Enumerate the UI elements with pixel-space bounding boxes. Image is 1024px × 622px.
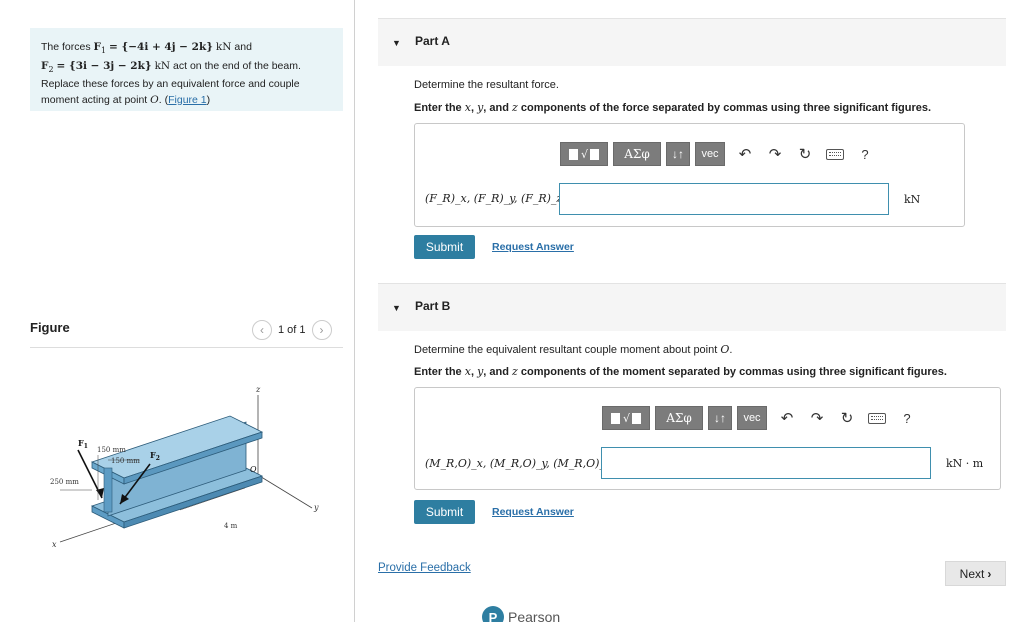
part-a-title: Part A xyxy=(415,34,450,48)
undo-icon[interactable]: ↶ xyxy=(772,406,802,430)
subscript-superscript-button[interactable]: ↓↑ xyxy=(708,406,732,430)
figure-link[interactable]: Figure 1 xyxy=(168,94,207,106)
pearson-p-icon: P xyxy=(482,606,504,622)
next-button[interactable]: Next › xyxy=(945,561,1006,586)
problem-intro: The forces xyxy=(41,41,94,53)
y-axis xyxy=(257,474,313,509)
part-b-instruction: Enter the x, y, and z components of the … xyxy=(414,365,947,378)
label-dim-150-b: 150 mm xyxy=(111,457,140,465)
figure-title: Figure xyxy=(30,320,70,335)
left-panel: The forces F1 = {−4i + 4j − 2k} kN and F… xyxy=(0,0,355,622)
chevron-right-icon[interactable]: › xyxy=(311,320,332,340)
problem-line3: Replace these forces by an equivalent fo… xyxy=(41,78,300,91)
label-y: y xyxy=(313,503,319,512)
part-b-unit: kN · m xyxy=(946,457,984,470)
pearson-brand-text: Pearson xyxy=(508,609,561,622)
problem-line2-tail: act on the end of the beam. xyxy=(170,59,301,72)
force-f1-unit: kN xyxy=(215,41,232,53)
part-a-toolbar: √ ΑΣφ ↓↑ vec ↶ ↷ ↻ ? xyxy=(560,141,880,167)
part-b-toolbar: √ ΑΣφ ↓↑ vec ↶ ↷ ↻ ? xyxy=(602,405,922,431)
next-label: Next xyxy=(959,566,985,581)
label-f1: F1 xyxy=(78,438,88,450)
part-a-instruction: Enter the x, y, and z components of the … xyxy=(414,101,932,114)
force-f1-expression: = {−4i + 4j − 2k} xyxy=(109,41,213,53)
label-z: z xyxy=(255,385,261,394)
pearson-logo: P Pearson xyxy=(482,606,560,622)
chevron-right-icon: › xyxy=(987,566,992,581)
part-b-request-answer-link[interactable]: Request Answer xyxy=(492,506,574,518)
part-b-question: Determine the equivalent resultant coupl… xyxy=(414,343,733,356)
reset-icon[interactable]: ↻ xyxy=(790,142,820,166)
redo-icon[interactable]: ↷ xyxy=(760,142,790,166)
label-length: 4 m xyxy=(224,522,238,530)
part-b-submit-button[interactable]: Submit xyxy=(414,500,475,524)
part-b-title: Part B xyxy=(415,299,451,313)
beam-end-web xyxy=(103,467,113,513)
part-b-header[interactable]: ▼ Part B xyxy=(378,283,1006,331)
pager-text: 1 of 1 xyxy=(278,324,306,336)
help-icon[interactable]: ? xyxy=(850,142,880,166)
part-a-unit: kN xyxy=(904,193,921,206)
force-f2-expression: = {3i − 3j − 2k} xyxy=(56,59,152,72)
templates-button[interactable]: √ xyxy=(602,406,650,430)
templates-button[interactable]: √ xyxy=(560,142,608,166)
force-f2-unit: kN xyxy=(154,59,171,72)
part-a-request-answer-link[interactable]: Request Answer xyxy=(492,241,574,253)
part-a-answer-input[interactable] xyxy=(559,183,889,215)
and-text: and xyxy=(231,41,252,53)
part-a-answer-label: (F_R)_x, (F_R)_y, (F_R)_z = xyxy=(425,192,575,205)
collapse-triangle-icon[interactable]: ▼ xyxy=(392,303,401,313)
problem-line4-pre: moment acting at point xyxy=(41,93,151,106)
part-b-answer-label: (M_R,O)_x, (M_R,O)_y, (M_R,O)_z = xyxy=(425,457,624,470)
part-a-answer-box: √ ΑΣφ ↓↑ vec ↶ ↷ ↻ ? (F_R)_x, (F_R)_y, (… xyxy=(414,123,965,227)
collapse-triangle-icon[interactable]: ▼ xyxy=(392,38,401,48)
close-paren: ) xyxy=(206,93,211,106)
figure-pager: ‹ 1 of 1 › xyxy=(252,320,332,340)
label-o: O xyxy=(250,465,257,474)
help-icon[interactable]: ? xyxy=(892,406,922,430)
greek-symbols-button[interactable]: ΑΣφ xyxy=(613,142,661,166)
force-f2-subscript: 2 xyxy=(48,64,54,74)
figure-divider xyxy=(30,347,343,348)
greek-symbols-button[interactable]: ΑΣφ xyxy=(655,406,703,430)
beam-figure: F1 F2 150 mm 150 mm 250 mm 4 m z x y O xyxy=(50,385,319,549)
part-a-submit-button[interactable]: Submit xyxy=(414,235,475,259)
keyboard-icon[interactable] xyxy=(820,142,850,166)
redo-icon[interactable]: ↷ xyxy=(802,406,832,430)
problem-statement: The forces F1 = {−4i + 4j − 2k} kN and F… xyxy=(30,28,343,111)
vector-button[interactable]: vec xyxy=(695,142,725,166)
point-o: O xyxy=(150,93,159,106)
label-x: x xyxy=(52,540,57,549)
problem-line4-post: . ( xyxy=(158,93,169,106)
subscript-superscript-button[interactable]: ↓↑ xyxy=(666,142,690,166)
undo-icon[interactable]: ↶ xyxy=(730,142,760,166)
force-f1-subscript: 1 xyxy=(101,46,107,56)
part-b-answer-input[interactable] xyxy=(601,447,931,479)
keyboard-icon[interactable] xyxy=(862,406,892,430)
vector-button[interactable]: vec xyxy=(737,406,767,430)
label-dim-250: 250 mm xyxy=(50,478,79,486)
part-a-question: Determine the resultant force. xyxy=(414,79,559,91)
chevron-left-icon[interactable]: ‹ xyxy=(252,320,272,340)
provide-feedback-link[interactable]: Provide Feedback xyxy=(378,562,471,574)
part-a-header[interactable]: ▼ Part A xyxy=(378,18,1006,66)
label-dim-150-a: 150 mm xyxy=(97,446,126,454)
reset-icon[interactable]: ↻ xyxy=(832,406,862,430)
part-b-answer-box: √ ΑΣφ ↓↑ vec ↶ ↷ ↻ ? (M_R,O)_x, (M_R,O)_… xyxy=(414,387,1001,490)
force-f1-symbol: F xyxy=(93,41,101,53)
